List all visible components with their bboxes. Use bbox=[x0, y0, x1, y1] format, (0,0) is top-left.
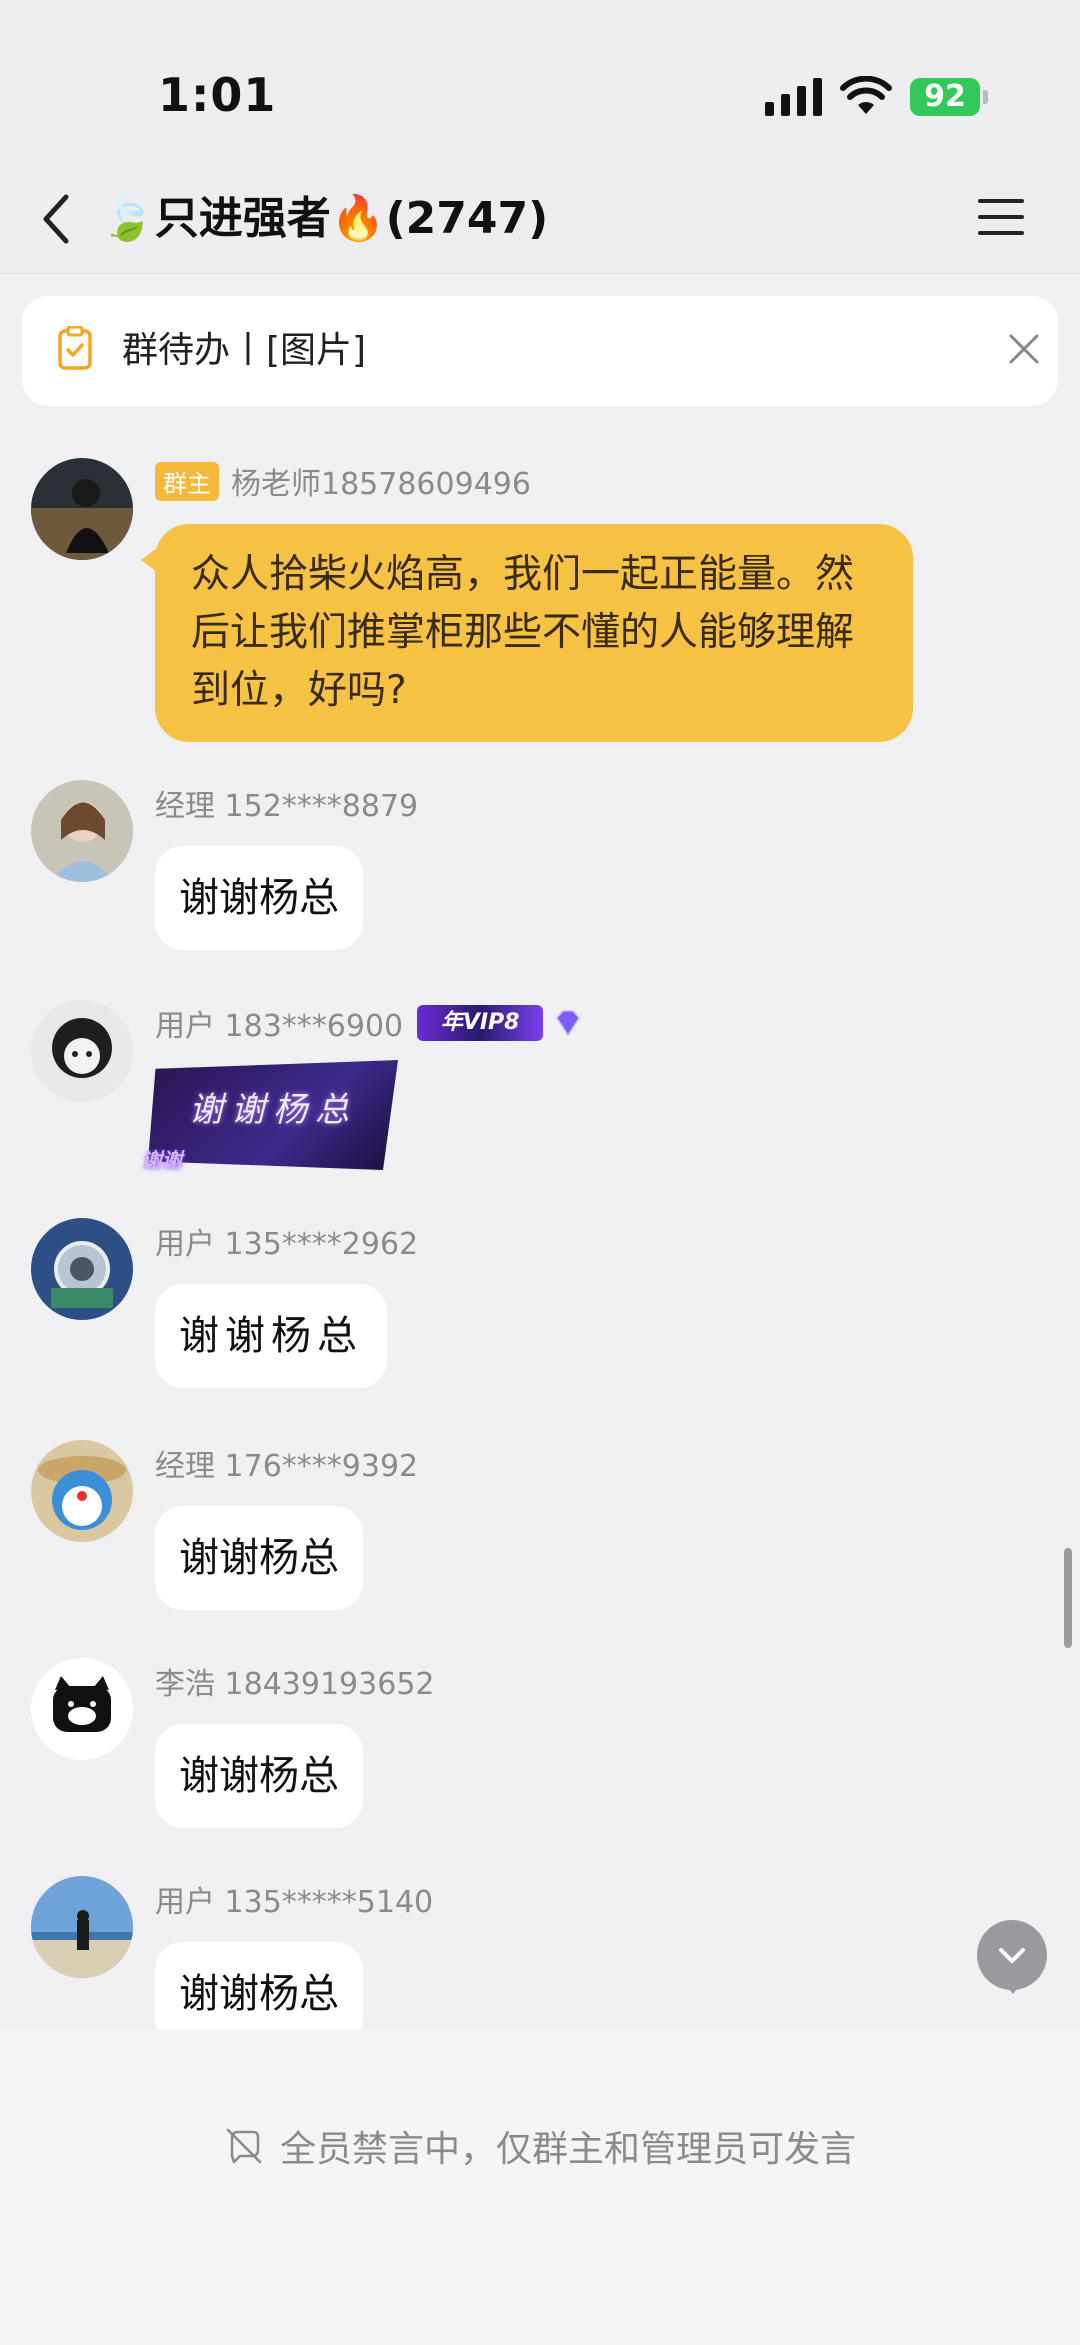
sender-name: 杨老师18578609496 bbox=[231, 467, 531, 502]
scroll-indicator[interactable] bbox=[1064, 1548, 1072, 1648]
sender-name: 用户 135*****5140 bbox=[155, 1885, 434, 1920]
sticker-tag: 谢谢 bbox=[142, 1148, 182, 1172]
message-bubble[interactable]: 谢谢杨总 bbox=[155, 1506, 363, 1610]
scroll-to-bottom-button[interactable] bbox=[977, 1920, 1047, 1994]
battery-tip bbox=[983, 90, 988, 104]
avatar[interactable] bbox=[31, 458, 133, 560]
sender-row: 群主 杨老师18578609496 bbox=[155, 458, 531, 504]
sender-name: 李浩 18439193652 bbox=[155, 1667, 435, 1702]
sender-row: 李浩 18439193652 bbox=[155, 1658, 435, 1704]
status-bar: 1:01 92 bbox=[0, 0, 1080, 165]
sender-name: 经理 152****8879 bbox=[155, 789, 419, 824]
group-title: 🍃只进强者🔥(2747) bbox=[100, 193, 549, 244]
diamond-icon bbox=[556, 1010, 581, 1037]
sender-row: 用户 135****2962 bbox=[155, 1218, 418, 1264]
close-icon[interactable] bbox=[1007, 332, 1041, 366]
sender-name: 用户 183***6900 bbox=[155, 1009, 404, 1044]
avatar[interactable] bbox=[31, 1440, 133, 1542]
message-bubble[interactable]: 谢谢杨总 bbox=[155, 1284, 387, 1388]
group-todo-banner[interactable]: 群待办丨[图片] bbox=[22, 296, 1058, 406]
todo-text: 群待办丨[图片] bbox=[122, 330, 367, 371]
muted-text: 全员禁言中，仅群主和管理员可发言 bbox=[279, 2129, 856, 2170]
sender-row: 经理 152****8879 bbox=[155, 780, 418, 826]
back-arrow-icon[interactable] bbox=[32, 187, 82, 251]
sender-name: 经理 176****9392 bbox=[155, 1449, 419, 1484]
todo-clipboard-icon bbox=[58, 326, 92, 370]
muted-icon bbox=[226, 2128, 262, 2164]
message-bubble[interactable]: 众人拾柴火焰高，我们一起正能量。然后让我们推掌柜那些不懂的人能够理解到位，好吗? bbox=[141, 524, 913, 742]
message-bubble[interactable]: 谢谢杨总 bbox=[155, 846, 363, 950]
sticker-message[interactable]: 谢谢杨总 谢谢 bbox=[142, 1060, 398, 1172]
avatar[interactable] bbox=[31, 1000, 133, 1102]
menu-icon[interactable] bbox=[978, 195, 1026, 239]
sender-row: 经理 176****9392 bbox=[155, 1440, 418, 1486]
battery-indicator: 92 bbox=[910, 78, 988, 118]
battery-level: 92 bbox=[910, 78, 980, 116]
owner-badge: 群主 bbox=[155, 461, 219, 501]
input-area-muted: 全员禁言中，仅群主和管理员可发言 bbox=[0, 2030, 1080, 2345]
wifi-icon bbox=[840, 76, 892, 114]
cellular-signal-icon bbox=[765, 78, 822, 116]
status-time: 1:01 bbox=[158, 68, 277, 122]
sender-name: 用户 135****2962 bbox=[155, 1227, 419, 1262]
avatar[interactable] bbox=[31, 780, 133, 882]
vip-badge: 年VIP8 bbox=[417, 1005, 544, 1041]
chevron-down-icon bbox=[999, 1948, 1025, 1963]
sender-row: 用户 135*****5140 bbox=[155, 1876, 433, 1922]
avatar[interactable] bbox=[31, 1218, 133, 1320]
sticker-text: 谢谢杨总 bbox=[189, 1090, 357, 1130]
avatar[interactable] bbox=[31, 1658, 133, 1760]
message-bubble[interactable]: 谢谢杨总 bbox=[155, 1724, 363, 1828]
avatar[interactable] bbox=[31, 1876, 133, 1978]
sender-row: 用户 183***6900 年VIP8 bbox=[155, 1000, 583, 1046]
chat-header: 🍃只进强者🔥(2747) bbox=[0, 165, 1080, 274]
muted-notice: 全员禁言中，仅群主和管理员可发言 bbox=[0, 2120, 1080, 2172]
